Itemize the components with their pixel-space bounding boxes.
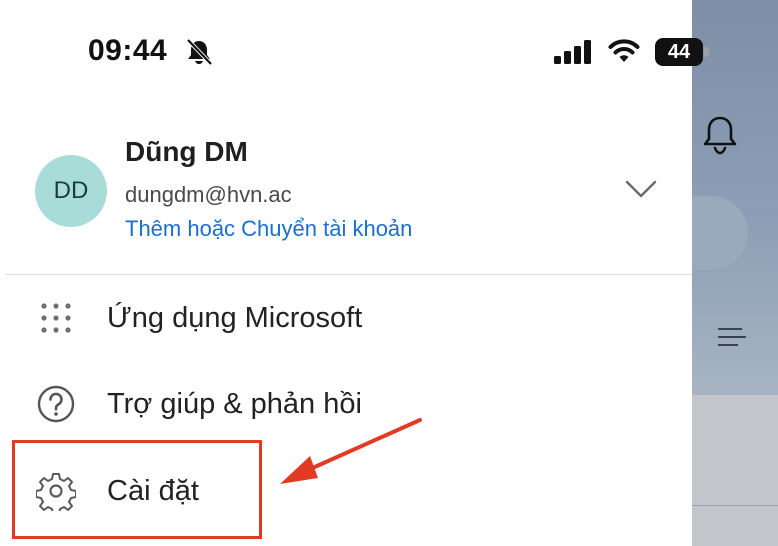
chevron-down-icon[interactable]	[624, 178, 658, 200]
bell-muted-icon	[186, 38, 213, 66]
background-app-panel[interactable]	[692, 0, 778, 546]
cellular-signal-icon	[554, 40, 591, 64]
notification-bell-icon[interactable]	[702, 114, 738, 156]
wifi-icon	[608, 39, 640, 62]
battery-level: 44	[667, 40, 691, 63]
apps-grid-icon	[41, 303, 71, 333]
background-menu-icon	[718, 328, 746, 346]
menu-item-label: Ứng dụng Microsoft	[107, 302, 363, 334]
background-content-area	[692, 395, 778, 546]
avatar[interactable]: DD	[35, 155, 107, 227]
annotation-arrow-icon	[280, 418, 422, 484]
highlight-box	[12, 440, 262, 539]
add-switch-account-link[interactable]: Thêm hoặc Chuyển tài khoản	[125, 216, 412, 242]
account-name: Dũng DM	[125, 136, 248, 167]
background-search-pill	[692, 196, 748, 270]
battery-indicator: 44	[655, 38, 711, 66]
background-divider	[692, 505, 778, 506]
status-time: 09:44	[88, 34, 168, 67]
help-icon	[37, 385, 75, 423]
account-email: dungdm@hvn.ac	[125, 182, 292, 207]
divider	[6, 274, 692, 275]
menu-item-microsoft-apps[interactable]: Ứng dụng Microsoft	[0, 282, 692, 354]
